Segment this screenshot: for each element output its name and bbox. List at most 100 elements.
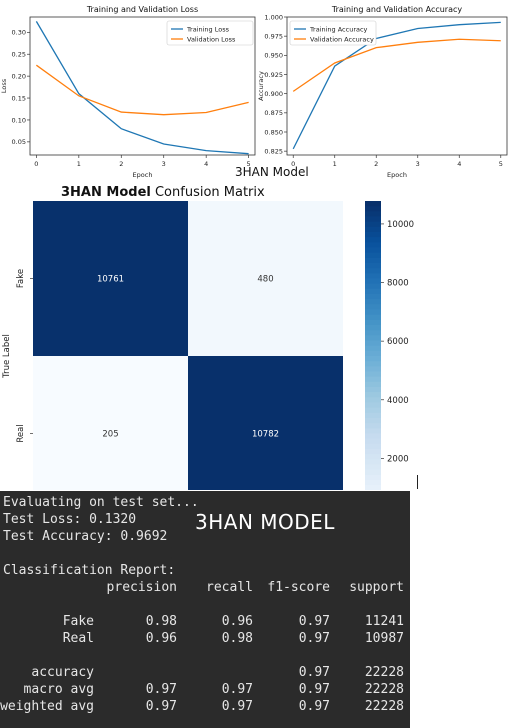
x-axis-label: Epoch [133, 171, 153, 179]
colorbar-segment [365, 247, 381, 254]
colorbar-segment [365, 356, 381, 362]
chart-title: Training and Validation Accuracy [331, 5, 463, 14]
colorbar-segment [365, 201, 381, 207]
terminal-line-report-title: Classification Report: [3, 563, 176, 578]
colorbar-segment [365, 345, 381, 352]
terminal-overlay-title: 3HAN MODEL [195, 510, 335, 534]
colorbar-segment [365, 273, 381, 280]
heatmap-value: 10782 [252, 430, 279, 440]
colorbar-segment [365, 319, 381, 326]
colorbar-segment [365, 330, 381, 336]
report-cell-f1: 0.97 [298, 699, 330, 714]
y-axis-label: True Label [2, 334, 12, 379]
colorbar-segment [365, 257, 381, 264]
loss-chart: Training and Validation Loss0 1 2 3 4 50.050.… [0, 5, 256, 179]
colorbar-segment [365, 335, 381, 342]
colorbar-tick-label: 6000 [387, 337, 409, 347]
report-cell-support: 11241 [364, 614, 404, 629]
report-cell-support: 22228 [364, 699, 404, 714]
x-axis-label: Epoch [387, 171, 407, 179]
colorbar-segment [365, 288, 381, 295]
colorbar-segment [365, 371, 381, 378]
report-cell-support: 22228 [364, 682, 404, 697]
colorbar-segment [365, 325, 381, 331]
report-cell-recall: 0.96 [221, 614, 253, 629]
model-caption: 3HAN Model [235, 165, 309, 179]
heatmap-cell [188, 356, 343, 490]
report-header-f1: f1-score [267, 580, 330, 595]
heatmap-value: 480 [257, 275, 273, 285]
colorbar-segment [365, 314, 381, 321]
x-tick-label: 4 [204, 160, 208, 168]
report-cell-precision: 0.97 [145, 699, 177, 714]
terminal-line-evaluating: Evaluating on test set... [3, 495, 199, 510]
colorbar-segment [365, 464, 381, 471]
x-tick-label: 2 [374, 160, 378, 168]
confusion-matrix-chart: 1076148020510782FakeRealFakeRealPredicte… [2, 201, 414, 490]
series-line [35, 64, 249, 116]
report-row-label: Real [62, 631, 94, 646]
report-cell-f1: 0.97 [298, 631, 330, 646]
y-tick-label: 0.30 [12, 29, 26, 37]
colorbar-segment [365, 263, 381, 269]
heatmap-value: 10761 [97, 275, 124, 285]
colorbar-segment [365, 252, 381, 259]
report-cell-precision: 0.96 [145, 631, 177, 646]
accuracy-chart: Training and Validation Accuracy0 1 2 3 4 50.… [257, 5, 508, 179]
colorbar-segment [365, 428, 381, 435]
colorbar-segment [365, 350, 381, 357]
report-cell-precision: 0.97 [145, 682, 177, 697]
legend-label: Validation Accuracy [310, 35, 374, 43]
report-row-label: weighted avg [0, 699, 94, 714]
x-tick-label: 4 [457, 160, 461, 168]
y-tick-label: 0.925 [264, 71, 283, 79]
y-axis-label: Loss [0, 78, 8, 93]
colorbar-segment [365, 232, 381, 238]
colorbar-segment [365, 242, 381, 249]
y-tick-label: 0.950 [264, 52, 283, 60]
y-tick-label: 0.875 [264, 109, 283, 117]
x-tick-label: 2 [119, 160, 123, 168]
colorbar-segment [365, 361, 381, 367]
colorbar-segment [365, 412, 381, 419]
report-row-label: macro avg [23, 682, 94, 697]
report-header-precision: precision [106, 580, 177, 595]
report-cell-precision: 0.98 [145, 614, 177, 629]
colorbar-tick-label: 8000 [387, 279, 409, 289]
report-header-support: support [349, 580, 404, 595]
heatmap-cell [33, 356, 188, 490]
colorbar-segment [365, 407, 381, 414]
legend-label: Validation Loss [187, 35, 236, 43]
colorbar-segment [365, 381, 381, 388]
colorbar-segment [365, 304, 381, 311]
y-tick-label: 0.825 [264, 147, 283, 155]
colorbar-segment [365, 283, 381, 290]
report-cell-f1: 0.97 [298, 665, 330, 680]
colorbar-segment [365, 454, 381, 460]
colorbar-segment [365, 211, 381, 218]
chart-title: Training and Validation Loss [86, 5, 198, 14]
report-header-recall: recall [206, 580, 253, 595]
y-tick-label: 1.000 [264, 13, 283, 21]
colorbar-segment [365, 485, 381, 490]
y-tick-label: 0.900 [264, 90, 283, 98]
terminal-line-test-loss: Test Loss: 0.1320 [3, 512, 137, 527]
colorbar-segment [365, 402, 381, 409]
colorbar-segment [365, 366, 381, 373]
y-tick-label: 0.10 [12, 116, 26, 124]
colorbar-segment [365, 309, 381, 316]
x-tick-label: 5 [499, 160, 503, 168]
text-cursor [417, 475, 418, 489]
colorbar-segment [365, 237, 381, 243]
colorbar-tick-label: 10000 [387, 220, 414, 230]
colorbar-segment [365, 294, 381, 300]
colorbar-segment [365, 449, 381, 455]
colorbar-segment [365, 206, 381, 212]
colorbar-segment [365, 376, 381, 383]
report-row-label: Fake [62, 614, 94, 629]
x-tick-label: 1 [77, 160, 81, 168]
colorbar-segment [365, 226, 381, 233]
colorbar-segment [365, 268, 381, 274]
colorbar-segment [365, 443, 381, 450]
colorbar-segment [365, 392, 381, 398]
